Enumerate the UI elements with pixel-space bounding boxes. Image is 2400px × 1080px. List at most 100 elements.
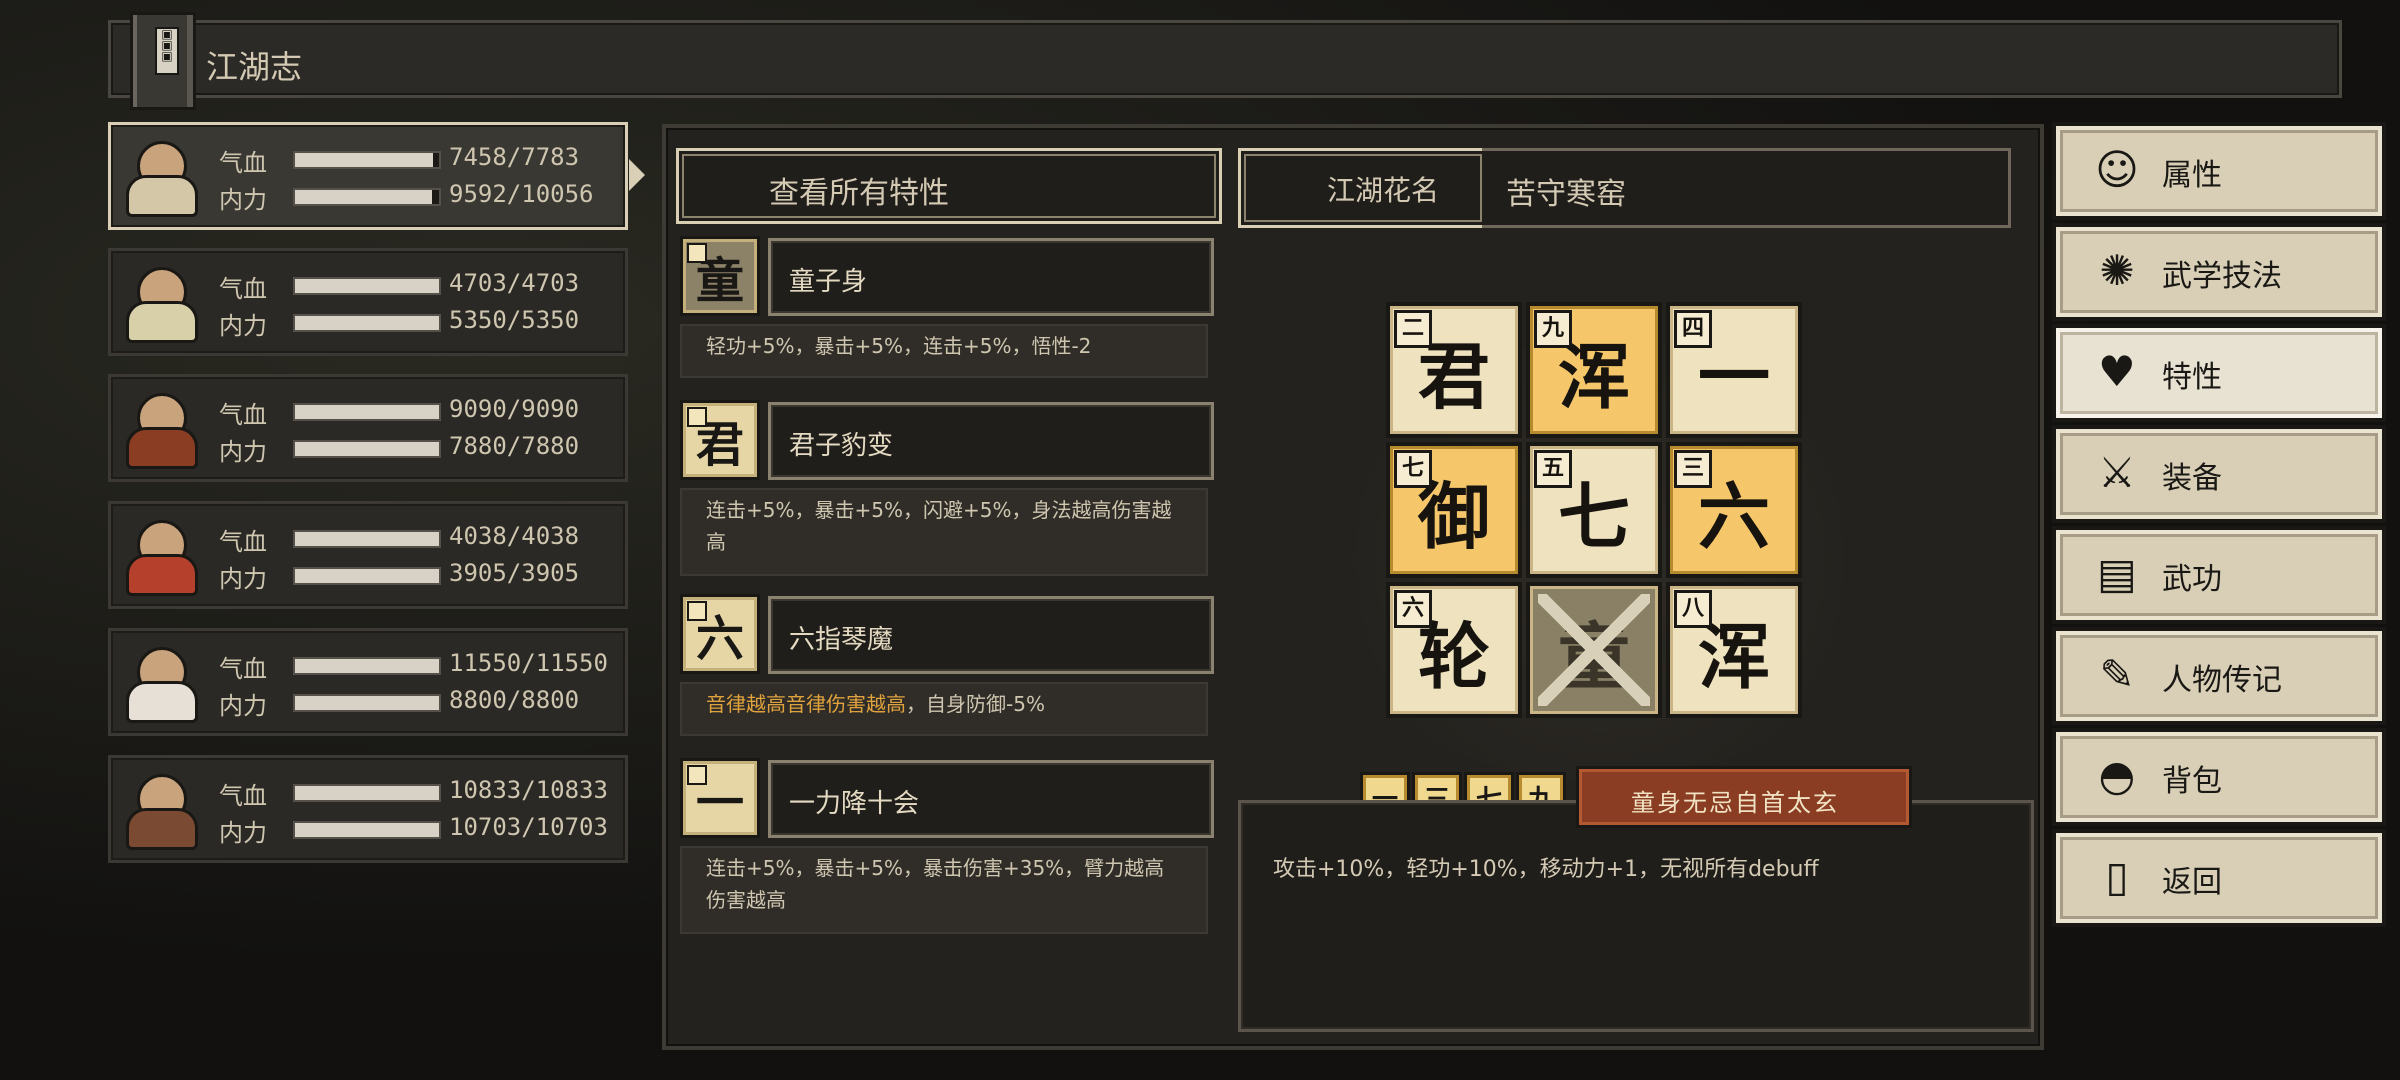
grid-tile[interactable]: 八 浑	[1666, 582, 1802, 718]
tile-number: 九	[1534, 310, 1572, 348]
mp-value: 10703/10703	[449, 813, 608, 841]
menu-button-label: 人物传记	[2162, 663, 2282, 698]
hp-row: 气血 7458/7783	[219, 143, 619, 177]
trait-description: 轻功+5%，暴击+5%，连击+5%，悟性-2	[680, 324, 1208, 378]
hp-bar	[293, 151, 441, 169]
mp-value: 9592/10056	[449, 180, 594, 208]
combo-name: 童身无忌自首太玄	[1631, 789, 1839, 817]
hp-row: 气血 10833/10833	[219, 776, 619, 810]
tile-number: 五	[1534, 450, 1572, 488]
grid-tile[interactable]: 九 浑	[1526, 302, 1662, 438]
hp-bar	[293, 657, 441, 675]
hp-label: 气血	[219, 782, 267, 810]
hp-label: 气血	[219, 149, 267, 177]
scroll-book-icon: ▤	[2097, 548, 2137, 598]
chain-lock-icon	[1538, 594, 1650, 706]
mp-row: 内力 10703/10703	[219, 813, 619, 847]
menu-button-label: 武功	[2162, 562, 2222, 597]
mp-value: 7880/7880	[449, 432, 580, 460]
page-title: 江湖志	[206, 48, 303, 86]
grid-tile[interactable]: 三 六	[1666, 442, 1802, 578]
mp-value: 5350/5350	[449, 306, 580, 334]
character-portrait	[117, 508, 207, 602]
mp-value: 8800/8800	[449, 686, 580, 714]
hp-bar	[293, 530, 441, 548]
trait-name: 童子身	[789, 267, 868, 297]
hp-label: 气血	[219, 655, 267, 683]
tile-number: 七	[1394, 450, 1432, 488]
hp-row: 气血 4703/4703	[219, 269, 619, 303]
hp-label: 气血	[219, 275, 267, 303]
hp-value: 4038/4038	[449, 522, 580, 550]
hp-value: 10833/10833	[449, 776, 608, 804]
hp-bar	[293, 784, 441, 802]
menu-button[interactable]: ▤ 武功	[2052, 526, 2386, 624]
menu-button[interactable]: ⚔ 装备	[2052, 425, 2386, 523]
menu-button[interactable]: ♥ 特性	[2052, 324, 2386, 422]
menu-button[interactable]: ◓ 背包	[2052, 728, 2386, 826]
menu-button[interactable]: ✎ 人物传记	[2052, 627, 2386, 725]
hp-label: 气血	[219, 528, 267, 556]
nickname-value-box[interactable]: 苦守寒窑	[1482, 148, 2011, 228]
trait-icon: 六	[680, 594, 760, 674]
menu-button[interactable]: ▯ 返回	[2052, 829, 2386, 927]
hp-bar	[293, 403, 441, 421]
biography-icon: ✎	[2099, 649, 2135, 699]
character-card[interactable]: 气血 11550/11550 内力 8800/8800	[108, 628, 628, 736]
character-portrait	[117, 762, 207, 856]
person-icon: ☺	[2095, 144, 2139, 194]
grid-tile[interactable]: 七 御	[1386, 442, 1522, 578]
hp-row: 气血 4038/4038	[219, 522, 619, 556]
menu-button-label: 装备	[2162, 461, 2222, 496]
mp-bar	[293, 188, 441, 206]
book-icon: ▣ ▣ ▣	[130, 12, 196, 110]
mp-row: 内力 5350/5350	[219, 306, 619, 340]
trait-name: 一力降十会	[789, 789, 920, 819]
combo-description-box: 攻击+10%，轻功+10%，移动力+1，无视所有debuff	[1238, 800, 2034, 1032]
character-card[interactable]: 气血 7458/7783 内力 9592/10056	[108, 122, 645, 230]
character-portrait	[117, 381, 207, 475]
grid-tile[interactable]: 童	[1526, 582, 1662, 718]
grid-tile[interactable]: 二 君	[1386, 302, 1522, 438]
character-card[interactable]: 气血 4038/4038 内力 3905/3905	[108, 501, 628, 609]
hp-label: 气血	[219, 401, 267, 429]
character-card[interactable]: 气血 4703/4703 内力 5350/5350	[108, 248, 628, 356]
hp-row: 气血 11550/11550	[219, 649, 619, 683]
trait-name-box: 童子身	[768, 238, 1214, 316]
mp-row: 内力 9592/10056	[219, 180, 619, 214]
door-icon: ▯	[2105, 851, 2129, 901]
character-card[interactable]: 气血 9090/9090 内力 7880/7880	[108, 374, 628, 482]
grid-tile[interactable]: 五 七	[1526, 442, 1662, 578]
trait-name: 君子豹变	[789, 431, 894, 461]
tile-number: 八	[1674, 590, 1712, 628]
grid-tile[interactable]: 四 一	[1666, 302, 1802, 438]
menu-button-label: 特性	[2162, 360, 2222, 395]
menu-button-label: 属性	[2162, 158, 2222, 193]
menu-button[interactable]: ✺ 武学技法	[2052, 223, 2386, 321]
mp-bar	[293, 821, 441, 839]
menu-button-label: 武学技法	[2162, 259, 2282, 294]
trait-name-box: 六指琴魔	[768, 596, 1214, 674]
mp-label: 内力	[219, 186, 267, 214]
mp-bar	[293, 567, 441, 585]
combo-name-banner: 童身无忌自首太玄	[1576, 766, 1912, 828]
mp-row: 内力 8800/8800	[219, 686, 619, 720]
grid-tile[interactable]: 六 轮	[1386, 582, 1522, 718]
trait-icon: 童	[680, 236, 760, 316]
trait-name: 六指琴魔	[789, 625, 894, 655]
mp-label: 内力	[219, 692, 267, 720]
character-portrait	[117, 635, 207, 729]
mp-row: 内力 3905/3905	[219, 559, 619, 593]
menu-button[interactable]: ☺ 属性	[2052, 122, 2386, 220]
sword-icon: ⚔	[2098, 447, 2136, 497]
tile-number: 六	[1394, 590, 1432, 628]
title-bar	[108, 20, 2342, 98]
character-card[interactable]: 气血 10833/10833 内力 10703/10703	[108, 755, 628, 863]
hp-bar	[293, 277, 441, 295]
martial-skill-icon: ✺	[2099, 245, 2135, 295]
trait-icon: 一	[680, 758, 760, 838]
hp-value: 9090/9090	[449, 395, 580, 423]
nickname-label-box: 江湖花名	[1238, 148, 1488, 228]
nickname-value: 苦守寒窑	[1506, 177, 1626, 212]
view-all-traits-button[interactable]: 查看所有特性	[676, 148, 1222, 224]
